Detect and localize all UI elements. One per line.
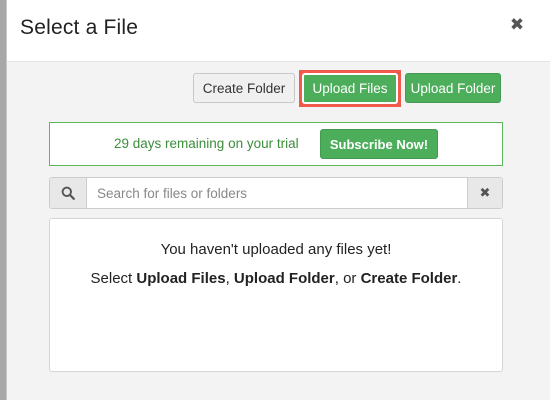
instruction-suffix: . xyxy=(457,270,462,287)
instruction-prefix: Select xyxy=(90,270,137,287)
empty-state-message: You haven't uploaded any files yet! xyxy=(160,241,392,258)
clear-search-icon[interactable]: ✖ xyxy=(467,178,502,208)
empty-state-instructions: Select Upload Files, Upload Folder, or C… xyxy=(50,270,502,287)
search-input[interactable] xyxy=(87,178,467,208)
dialog-header: Select a File ✖ xyxy=(7,0,550,62)
instruction-upload-files: Upload Files xyxy=(136,270,226,287)
instruction-separator: , xyxy=(225,270,234,287)
dialog-title: Select a File xyxy=(20,16,139,39)
instruction-separator: , or xyxy=(334,270,361,287)
subscribe-button[interactable]: Subscribe Now! xyxy=(320,129,438,159)
search-bar: ✖ xyxy=(49,177,503,209)
upload-files-button[interactable]: Upload Files xyxy=(302,72,398,104)
search-icon xyxy=(50,178,87,208)
select-file-dialog: Select a File ✖ Create Folder Upload Fil… xyxy=(6,0,550,400)
file-toolbar: Create Folder Upload Files Upload Folder xyxy=(193,69,501,107)
create-folder-button[interactable]: Create Folder xyxy=(193,73,295,103)
close-icon[interactable]: ✖ xyxy=(508,15,526,35)
instruction-upload-folder: Upload Folder xyxy=(233,270,335,287)
instruction-create-folder: Create Folder xyxy=(360,270,458,287)
upload-folder-button[interactable]: Upload Folder xyxy=(405,73,501,103)
dialog-body: Create Folder Upload Files Upload Folder… xyxy=(7,62,550,400)
trial-message: 29 days remaining on your trial xyxy=(114,136,299,151)
upload-files-highlight: Upload Files xyxy=(299,69,401,107)
empty-state-panel: You haven't uploaded any files yet! Sele… xyxy=(49,218,503,372)
trial-banner: 29 days remaining on your trial Subscrib… xyxy=(49,122,503,166)
